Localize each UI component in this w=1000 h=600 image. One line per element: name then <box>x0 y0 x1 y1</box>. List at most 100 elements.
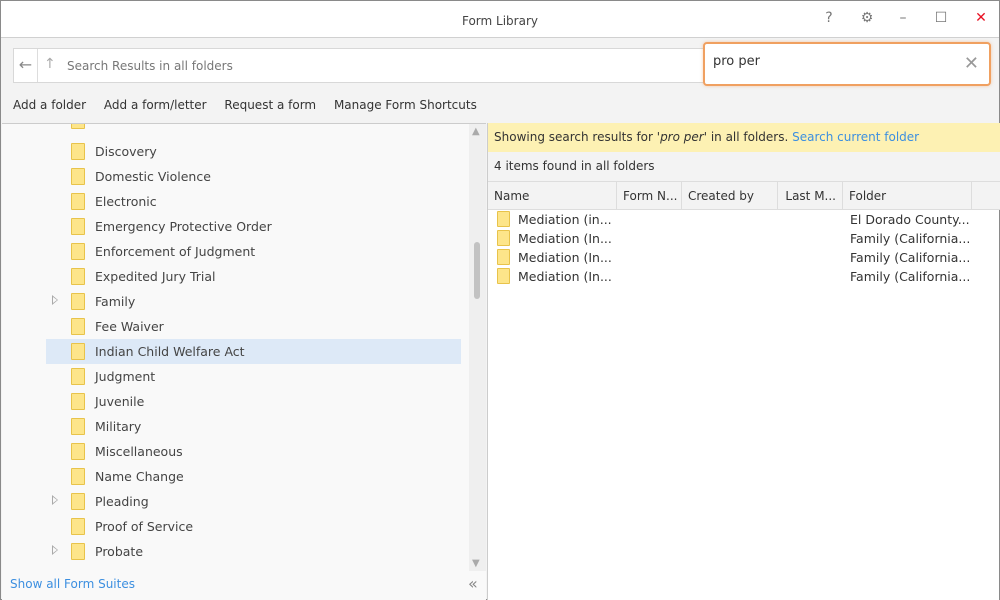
tree-item-label: Fee Waiver <box>95 319 164 334</box>
tree-scrollbar[interactable]: ▲ ▼ <box>469 124 486 571</box>
folder-icon <box>71 218 85 235</box>
show-all-form-suites-link[interactable]: Show all Form Suites <box>10 577 135 591</box>
folder-icon <box>71 443 85 460</box>
tree-item[interactable]: Military <box>46 414 461 439</box>
table-row[interactable]: Mediation (In... Family (California... <box>488 229 1000 248</box>
tree-item-label: Electronic <box>95 194 157 209</box>
request-form-link[interactable]: Request a form <box>224 98 316 112</box>
results-pane: Showing search results for 'pro per' in … <box>487 123 1000 600</box>
tree-item-label: Probate <box>95 544 144 559</box>
result-name: Mediation (In... <box>518 250 612 265</box>
tree-item[interactable]: Discovery <box>46 139 461 164</box>
folder-tree-pane: Discovery Domestic Violence Electronic Emer… <box>2 123 486 600</box>
result-count: 4 items found in all folders <box>488 152 1000 181</box>
folder-icon <box>71 243 85 260</box>
form-library-window: Form Library ? ⚙ – ☐ ✕ ← ↑ Search Result… <box>0 0 1000 600</box>
tree-item[interactable]: Miscellaneous <box>46 439 461 464</box>
folder-icon <box>497 211 510 227</box>
tree-item[interactable]: Judgment <box>46 364 461 389</box>
tree-item[interactable]: Juvenile <box>46 389 461 414</box>
tree-item-label: Miscellaneous <box>95 444 183 459</box>
folder-icon <box>71 293 85 310</box>
tree-item-label: Proof of Service <box>95 519 194 534</box>
column-name[interactable]: Name <box>488 182 617 210</box>
tree-item[interactable]: Expedited Jury Trial <box>46 264 461 289</box>
expand-arrow-icon[interactable] <box>52 295 58 305</box>
tree-item-label: Judgment <box>95 369 156 384</box>
search-banner: Showing search results for 'pro per' in … <box>488 123 1000 152</box>
table-row[interactable]: Mediation (in... El Dorado County... <box>488 210 1000 229</box>
tree-item-label: Emergency Protective Order <box>95 219 272 234</box>
title-bar: Form Library ? ⚙ – ☐ ✕ <box>1 1 999 38</box>
column-last-modified[interactable]: Last M... <box>778 182 843 210</box>
add-folder-link[interactable]: Add a folder <box>13 98 86 112</box>
result-name: Mediation (in... <box>518 212 612 227</box>
tree-item[interactable]: Indian Child Welfare Act <box>46 339 461 364</box>
scroll-up-icon[interactable]: ▲ <box>472 126 480 137</box>
tree-item-label: Juvenile <box>95 394 145 409</box>
result-name: Mediation (In... <box>518 269 612 284</box>
tree-item[interactable]: Probate <box>46 539 461 564</box>
search-input[interactable] <box>713 54 953 69</box>
folder-icon <box>71 193 85 210</box>
tree-item-label: Domestic Violence <box>95 169 211 184</box>
folder-icon <box>497 268 510 284</box>
breadcrumb: Search Results in all folders <box>67 59 233 73</box>
collapse-pane-icon[interactable]: « <box>468 574 478 593</box>
results-header: Name Form N... Created by Last M... Fold… <box>488 181 1000 210</box>
command-bar: Add a folder Add a form/letter Request a… <box>13 98 491 112</box>
tree-item[interactable]: Enforcement of Judgment <box>46 239 461 264</box>
expand-arrow-icon[interactable] <box>52 495 58 505</box>
tree-item[interactable]: Electronic <box>46 189 461 214</box>
tree-item[interactable]: Domestic Violence <box>46 164 461 189</box>
close-button[interactable]: ✕ <box>971 10 991 26</box>
manage-form-shortcuts-link[interactable]: Manage Form Shortcuts <box>334 98 477 112</box>
folder-icon <box>71 368 85 385</box>
up-arrow-icon[interactable]: ↑ <box>44 56 56 72</box>
scrollbar-thumb[interactable] <box>474 242 480 299</box>
table-row[interactable]: Mediation (In... Family (California... <box>488 267 1000 286</box>
tree-item[interactable]: Emergency Protective Order <box>46 214 461 239</box>
folder-icon <box>71 318 85 335</box>
tree-item-label: Military <box>95 419 142 434</box>
tree-item[interactable]: Proof of Service <box>46 514 461 539</box>
tree-item-label: Name Change <box>95 469 184 484</box>
folder-icon <box>71 393 85 410</box>
folder-icon <box>71 343 85 360</box>
tree-item[interactable]: Fee Waiver <box>46 314 461 339</box>
tree-item[interactable]: Name Change <box>46 464 461 489</box>
result-folder: Family (California... <box>850 269 971 284</box>
banner-text-suffix: ' in all folders. <box>703 130 793 144</box>
table-row[interactable]: Mediation (In... Family (California... <box>488 248 1000 267</box>
search-current-folder-link[interactable]: Search current folder <box>792 130 919 144</box>
column-form-number[interactable]: Form N... <box>617 182 682 210</box>
help-icon[interactable]: ? <box>819 10 839 26</box>
folder-icon <box>497 230 510 246</box>
minimize-button[interactable]: – <box>893 10 913 26</box>
clear-search-icon[interactable]: ✕ <box>964 53 979 74</box>
tree-item-label: Enforcement of Judgment <box>95 244 256 259</box>
folder-icon <box>71 543 85 560</box>
result-name: Mediation (In... <box>518 231 612 246</box>
folder-icon <box>71 468 85 485</box>
back-arrow-icon[interactable]: ← <box>14 49 38 82</box>
tree-item-partial[interactable] <box>46 124 461 133</box>
column-folder[interactable]: Folder <box>843 182 972 210</box>
folder-icon <box>71 168 85 185</box>
scroll-down-icon[interactable]: ▼ <box>472 558 480 569</box>
add-form-letter-link[interactable]: Add a form/letter <box>104 98 207 112</box>
tree-item[interactable]: Pleading <box>46 489 461 514</box>
tree-item-label: Family <box>95 294 136 309</box>
window-title: Form Library <box>461 14 538 28</box>
expand-arrow-icon[interactable] <box>52 545 58 555</box>
tree-item[interactable]: Family <box>46 289 461 314</box>
folder-icon <box>71 418 85 435</box>
tree-item-label: Indian Child Welfare Act <box>95 344 245 359</box>
maximize-button[interactable]: ☐ <box>931 10 951 26</box>
gear-icon[interactable]: ⚙ <box>857 10 877 26</box>
tree-item-label: Expedited Jury Trial <box>95 269 216 284</box>
column-created-by[interactable]: Created by <box>682 182 778 210</box>
banner-query: pro per <box>660 130 704 144</box>
folder-icon <box>71 493 85 510</box>
tree-item-label: Discovery <box>95 144 157 159</box>
